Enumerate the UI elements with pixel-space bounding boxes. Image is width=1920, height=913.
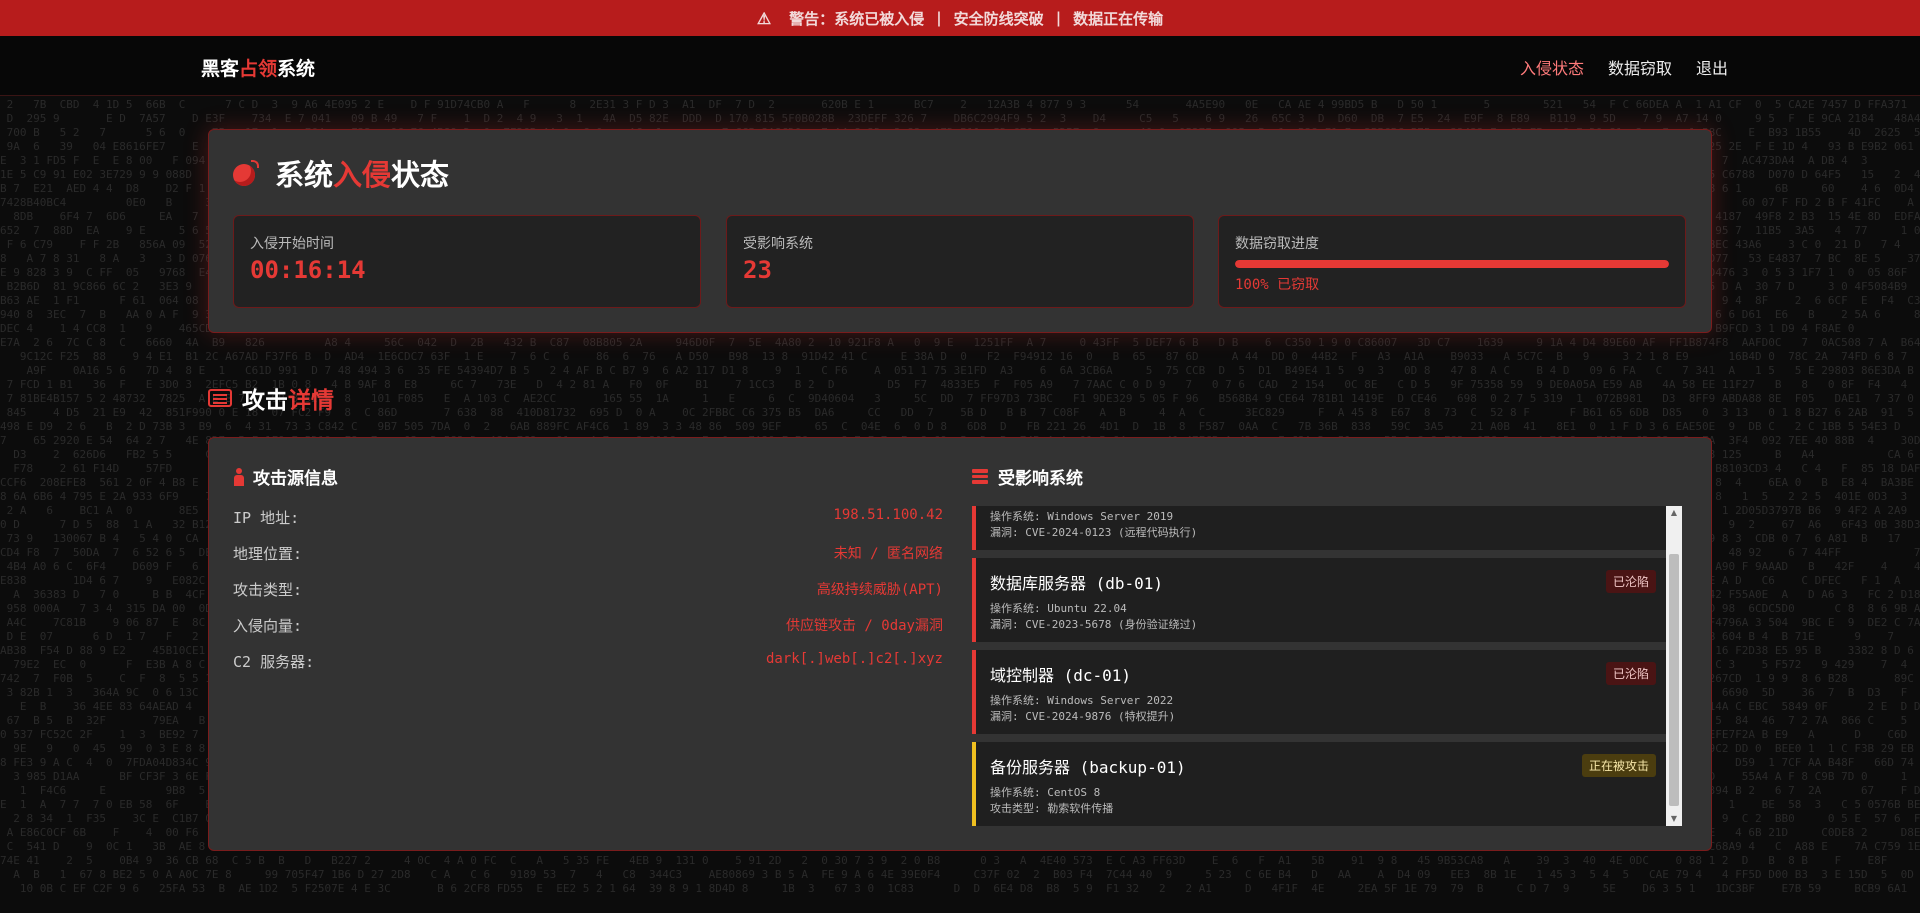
alert-separator: | (1055, 9, 1062, 27)
bomb-icon (231, 158, 261, 188)
scroll-thumb[interactable] (1669, 554, 1679, 806)
system-item: 域控制器 (dc-01) 已沦陷 操作系统: Windows Server 20… (972, 650, 1666, 734)
exfil-progress-fill (1235, 260, 1669, 268)
stat-label: 受影响系统 (743, 236, 813, 252)
info-row: C2 服务器: dark[.]web[.]c2[.]xyz (233, 651, 943, 671)
exfil-progress-bar (1235, 260, 1669, 268)
alert-message: 系统已被入侵 (834, 9, 925, 28)
info-row: IP 地址: 198.51.100.42 (233, 507, 943, 527)
attack-source-title: 攻击源信息 (233, 464, 338, 489)
affected-systems-title: 受影响系统 (972, 464, 1083, 489)
attack-details-card: 攻击源信息 IP 地址: 198.51.100.42 地理位置: 未知 / 匿名网络… (208, 437, 1712, 851)
list-icon (208, 389, 232, 407)
brand-logo[interactable]: 黑客占领系统 (201, 54, 315, 81)
stat-label: 入侵开始时间 (250, 236, 334, 252)
person-icon (233, 467, 245, 486)
system-item: 操作系统: Windows Server 2019 漏洞: CVE-2024-0… (972, 506, 1666, 550)
info-row: 攻击类型: 高级持续威胁(APT) (233, 581, 943, 599)
server-icon (972, 469, 988, 485)
status-title: 系统 入侵 状态 (231, 152, 449, 194)
nav-data-theft[interactable]: 数据窃取 (1608, 55, 1672, 79)
affected-systems-box: 受影响系统 23 (726, 215, 1194, 308)
affected-count: 23 (743, 256, 772, 284)
alert-message: 数据正在传输 (1073, 9, 1164, 28)
exfil-progress-text: 100% 已窃取 (1235, 277, 1320, 293)
system-item: 备份服务器 (backup-01) 正在被攻击 操作系统: CentOS 8 攻… (972, 742, 1666, 826)
brand-text: 系统 (277, 58, 316, 80)
info-row: 地理位置: 未知 / 匿名网络 (233, 545, 943, 563)
scroll-up-arrow-icon[interactable]: ▲ (1666, 506, 1682, 520)
info-row: 入侵向量: 供应链攻击 / 0day漏洞 (233, 617, 943, 635)
stat-label: 数据窃取进度 (1235, 236, 1319, 252)
scroll-down-arrow-icon[interactable]: ▼ (1666, 812, 1682, 826)
nav-links: 入侵状态 数据窃取 退出 (1520, 55, 1728, 79)
intrusion-timer: 00:16:14 (250, 256, 366, 284)
systems-scrollbar[interactable]: ▲ ▼ (1666, 506, 1682, 826)
status-badge: 正在被攻击 (1581, 754, 1656, 777)
status-card: 系统 入侵 状态 入侵开始时间 00:16:14 受影响系统 23 数据窃取进度 1… (208, 129, 1712, 333)
attack-details-heading: 攻击 详情 (208, 381, 334, 415)
affected-systems-list[interactable]: 操作系统: Windows Server 2019 漏洞: CVE-2024-0… (972, 506, 1682, 826)
top-navbar: 黑客占领系统 入侵状态 数据窃取 退出 (0, 36, 1920, 96)
status-badge: 已沦陷 (1605, 570, 1656, 593)
alert-banner: ⚠ 警告： 系统已被入侵 | 安全防线突破 | 数据正在传输 (0, 0, 1920, 36)
warning-triangle-icon: ⚠ (756, 8, 772, 28)
exfil-progress-box: 数据窃取进度 100% 已窃取 (1218, 215, 1686, 308)
brand-accent: 占领 (239, 58, 278, 80)
nav-intrusion-status[interactable]: 入侵状态 (1520, 55, 1584, 79)
system-item: 数据库服务器 (db-01) 已沦陷 操作系统: Ubuntu 22.04 漏洞… (972, 558, 1666, 642)
nav-logout[interactable]: 退出 (1696, 55, 1728, 79)
status-badge: 已沦陷 (1605, 662, 1656, 685)
brand-text: 黑客 (201, 58, 240, 80)
intrusion-time-box: 入侵开始时间 00:16:14 (233, 215, 701, 308)
alert-prefix: 警告： (789, 9, 835, 28)
alert-separator: | (936, 9, 942, 27)
alert-message: 安全防线突破 (953, 9, 1044, 28)
